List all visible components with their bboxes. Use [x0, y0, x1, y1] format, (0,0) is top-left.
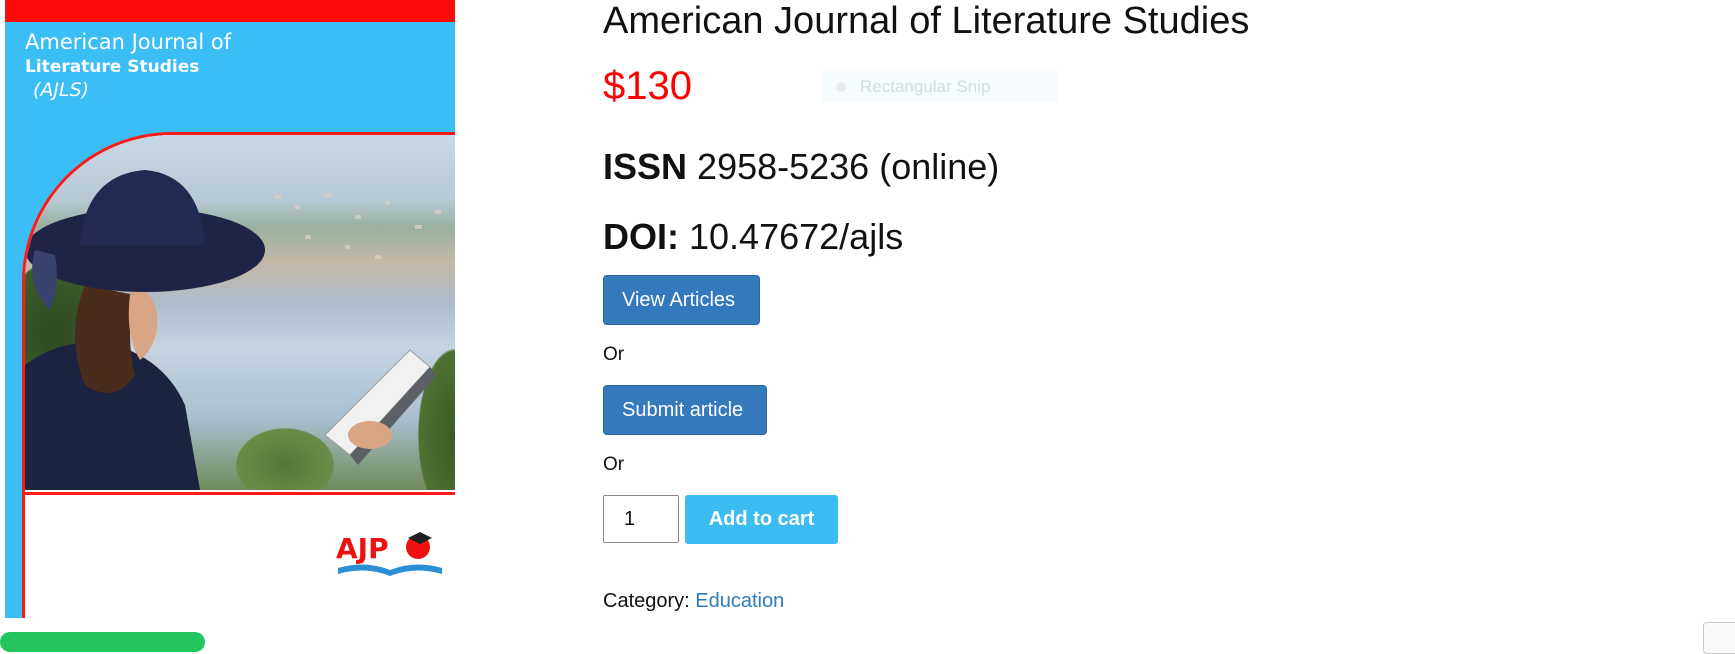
- or-separator: Or: [603, 344, 625, 365]
- quantity-input[interactable]: 1: [603, 495, 679, 543]
- issn-label: ISSN: [603, 146, 688, 187]
- cover-title-abbrev: (AJLS): [33, 79, 90, 101]
- cover-divider-line: [22, 492, 455, 495]
- cover-red-band: [5, 0, 455, 22]
- or-separator: Or: [603, 454, 625, 475]
- radio-dot-icon: [836, 81, 846, 92]
- ajp-logo: AJP: [330, 520, 450, 588]
- rectangular-snip-overlay: Rectangular Snip: [822, 71, 1058, 102]
- doi-value: 10.47672/ajls: [689, 216, 904, 257]
- product-title: American Journal of Literature Studies: [603, 0, 1250, 42]
- product-category: Category: Education: [603, 590, 784, 613]
- doi-label: DOI:: [603, 216, 679, 257]
- corner-widget-edge[interactable]: [1703, 622, 1735, 654]
- issn-value: 2958-5236 (online): [697, 146, 1000, 187]
- cover-photo-reader: [25, 170, 441, 490]
- submit-article-button[interactable]: Submit article: [603, 385, 767, 435]
- svg-text:AJP: AJP: [336, 532, 389, 565]
- view-articles-button[interactable]: View Articles: [603, 275, 760, 325]
- cover-title-line2: Literature Studies: [25, 57, 200, 77]
- product-price: $130: [603, 64, 692, 108]
- journal-cover-image: American Journal of Literature Studies (…: [5, 0, 455, 618]
- issn-line: ISSN 2958-5236 (online): [603, 146, 999, 188]
- snip-label: Rectangular Snip: [860, 76, 991, 96]
- add-to-cart-button[interactable]: Add to cart: [685, 495, 838, 544]
- category-link-education[interactable]: Education: [695, 590, 784, 612]
- doi-line: DOI: 10.47672/ajls: [603, 216, 903, 258]
- category-label: Category:: [603, 590, 690, 612]
- cover-title-line1: American Journal of: [25, 30, 232, 54]
- floating-chat-widget-edge[interactable]: [0, 632, 205, 652]
